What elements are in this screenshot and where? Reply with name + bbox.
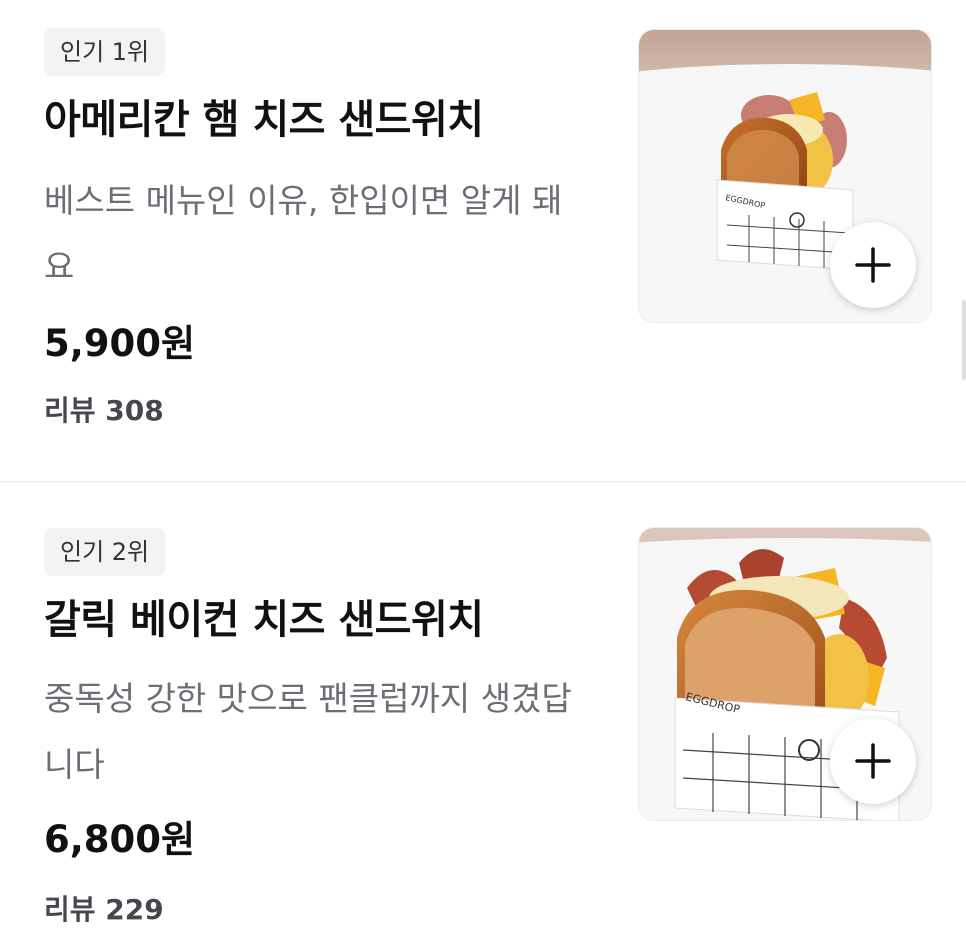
plus-icon [855,743,891,779]
add-to-cart-button[interactable] [830,222,916,308]
review-count: 리뷰 308 [44,394,164,427]
item-description: 베스트 메뉴인 이유, 한입이면 알게 돼요 [44,181,563,286]
item-description: 중독성 강한 맛으로 팬클럽까지 생겼답니다 [44,679,572,784]
menu-item[interactable]: 인기 2위 갈릭 베이컨 치즈 샌드위치 중독성 강한 맛으로 팬클럽까지 생겼… [0,483,966,940]
add-to-cart-button[interactable] [830,718,916,804]
item-title: 갈릭 베이컨 치즈 샌드위치 [44,597,484,643]
item-price: 5,900원 [44,322,196,365]
scrollbar[interactable] [962,300,966,380]
item-title: 아메리칸 햄 치즈 샌드위치 [44,97,484,143]
menu-item[interactable]: 인기 1위 아메리칸 햄 치즈 샌드위치 베스트 메뉴인 이유, 한입이면 알게… [0,0,966,481]
review-count: 리뷰 229 [44,893,164,926]
rank-badge: 인기 2위 [44,528,166,576]
plus-icon [855,247,891,283]
rank-badge: 인기 1위 [44,28,166,76]
item-price: 6,800원 [44,818,196,861]
